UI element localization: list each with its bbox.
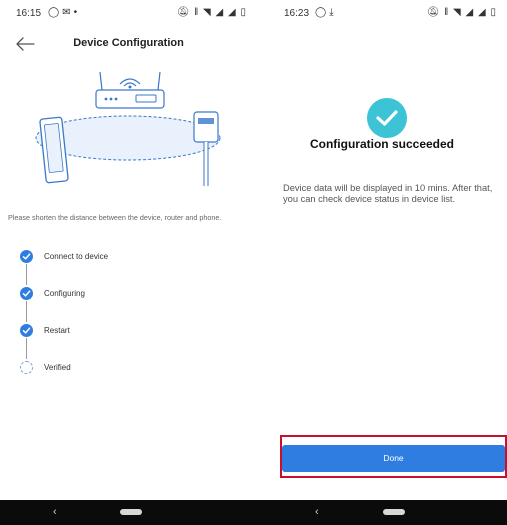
status-app-icons: ◯✉• [48,7,80,18]
system-nav-bar: ‹ [0,500,257,525]
wifi-icon: ◥ [453,7,462,18]
whatsapp-icon: ◯ [315,7,330,18]
step-label: Connect to device [44,252,109,261]
signal-icon: ◢ [228,7,237,18]
done-button[interactable]: Done [282,445,505,472]
device-configuration-screen: 16:15 ◯✉• 🔕︎ ‖ ◥ ◢ ◢ ▯ Device Configurat… [0,0,257,525]
signal-icon: ◢ [465,7,475,18]
signal-icon: ◢ [215,7,225,18]
step-connector [26,338,27,359]
success-check-icon [367,98,407,138]
status-system-icons: 🔕︎ ‖ ◥ ◢ ◢ ▯ [427,7,497,18]
loading-spinner-icon [20,361,33,374]
status-bar: 16:15 ◯✉• 🔕︎ ‖ ◥ ◢ ◢ ▯ [0,0,257,28]
step-done-icon [20,324,33,337]
battery-icon: ▯ [490,7,497,18]
nav-back-icon[interactable]: ‹ [315,506,319,518]
step-done-icon [20,250,33,263]
step-restart: Restart [20,322,240,359]
status-system-icons: 🔕︎ ‖ ◥ ◢ ◢ ▯ [177,7,247,18]
signal-icon: ◢ [478,7,487,18]
nav-home-pill[interactable] [120,509,142,515]
download-icon: ⤓ [329,7,337,18]
configuration-success-screen: 16:23 ◯⤓ 🔕︎ ‖ ◥ ◢ ◢ ▯ Configuration succ… [257,0,507,525]
success-description: Device data will be displayed in 10 mins… [283,183,493,204]
progress-steps: Connect to device Configuring Restart Ve… [20,248,240,396]
step-verified: Verified [20,359,240,396]
wifi-icon: ◥ [203,7,212,18]
device-router-phone-illustration [35,71,221,186]
whatsapp-icon: ◯ [48,7,63,18]
vibrate-icon: ‖ [194,7,200,18]
header: Device Configuration [0,28,257,60]
distance-hint-text: Please shorten the distance between the … [8,213,222,222]
system-nav-bar: ‹ [257,500,507,525]
step-connector [26,264,27,285]
page-title: Device Configuration [73,37,184,49]
step-label: Restart [44,326,70,335]
step-label: Verified [44,363,71,372]
mail-icon: ✉ [62,7,74,18]
step-configuring: Configuring [20,285,240,322]
nav-back-icon[interactable]: ‹ [53,506,57,518]
step-connector [26,301,27,322]
step-label: Configuring [44,289,85,298]
status-time: 16:15 [16,8,42,19]
success-title: Configuration succeeded [309,137,455,151]
nav-home-pill[interactable] [383,509,405,515]
mute-icon: 🔕︎ [426,7,441,18]
step-done-icon [20,287,33,300]
dot-icon: • [73,7,81,18]
vibrate-icon: ‖ [444,7,450,18]
status-bar: 16:23 ◯⤓ 🔕︎ ‖ ◥ ◢ ◢ ▯ [257,0,507,28]
status-app-icons: ◯⤓ [315,7,337,18]
battery-icon: ▯ [240,7,247,18]
status-time: 16:23 [284,8,310,19]
step-connect-to-device: Connect to device [20,248,240,285]
mute-icon: 🔕︎ [176,7,191,18]
